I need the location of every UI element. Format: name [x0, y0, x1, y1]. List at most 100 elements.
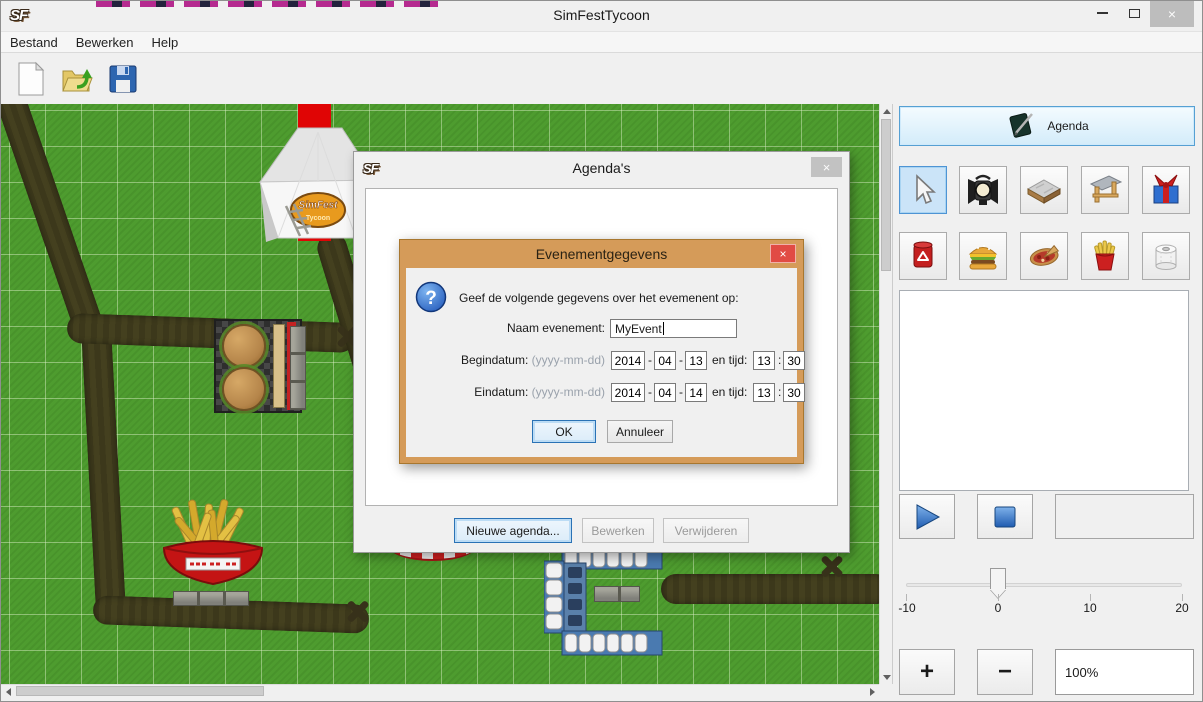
minimize-icon [1097, 12, 1108, 14]
slider-tick [1182, 594, 1183, 601]
tool-pizza[interactable] [1020, 232, 1068, 280]
play-button[interactable] [899, 494, 955, 539]
begin-label-text: Begindatum: [461, 353, 528, 367]
ok-button[interactable]: OK [532, 420, 596, 443]
plus-icon: + [920, 658, 934, 686]
speed-slider-track[interactable] [906, 583, 1182, 587]
agenda-button-label: Agenda [1047, 119, 1088, 133]
svg-text:?: ? [425, 288, 437, 309]
tool-gift[interactable] [1142, 166, 1190, 214]
tool-french-fries[interactable] [1081, 232, 1129, 280]
end-minute-input[interactable] [783, 383, 805, 402]
slider-tick [998, 594, 999, 601]
question-icon: ? [415, 281, 447, 313]
side-panel: Agenda [892, 104, 1203, 684]
begin-date-label: Begindatum: (yyyy-mm-dd) [406, 351, 605, 370]
vertical-scroll-thumb[interactable] [881, 119, 891, 271]
fries-stand[interactable] [156, 494, 270, 592]
event-name-input[interactable]: MyEvent [610, 319, 737, 338]
play-icon [912, 503, 942, 531]
cancel-button[interactable]: Annuleer [607, 420, 673, 443]
begin-day-input[interactable] [685, 351, 707, 370]
tool-spotlight[interactable] [959, 166, 1007, 214]
zoom-in-button[interactable]: + [899, 649, 955, 695]
speed-slider-handle[interactable] [990, 568, 1006, 589]
new-document-icon [14, 61, 48, 97]
edit-agenda-button: Bewerken [582, 518, 654, 543]
bench[interactable] [173, 591, 249, 606]
map-horizontal-scrollbar[interactable] [1, 684, 879, 698]
begin-year-input[interactable] [611, 351, 645, 370]
arrow-up-icon [883, 109, 891, 114]
new-agenda-button[interactable]: Nieuwe agenda... [454, 518, 572, 543]
text-caret [663, 322, 664, 335]
event-dialog-content: ? Geef de volgende gegevens over het eve… [406, 268, 797, 457]
end-month-input[interactable] [654, 383, 676, 402]
menu-bewerken[interactable]: Bewerken [67, 32, 143, 52]
event-name-value: MyEvent [615, 322, 662, 336]
path-right-stub [661, 574, 879, 604]
zoom-out-button[interactable]: − [977, 649, 1033, 695]
begin-month-input[interactable] [654, 351, 676, 370]
end-day-input[interactable] [685, 383, 707, 402]
end-year-input[interactable] [611, 383, 645, 402]
time-separator: : [778, 351, 781, 370]
menu-bestand[interactable]: Bestand [1, 32, 67, 52]
menu-help[interactable]: Help [143, 32, 188, 52]
minus-icon: − [998, 658, 1012, 686]
stop-icon [992, 504, 1018, 530]
menubar: Bestand Bewerken Help [1, 31, 1202, 53]
tool-stage[interactable] [1081, 166, 1129, 214]
slider-tick [1090, 594, 1091, 601]
tent-logo-subtext: Tycoon [306, 215, 330, 222]
slider-label-minus10: -10 [898, 601, 915, 615]
save-file-button[interactable] [103, 59, 143, 99]
new-file-button[interactable] [11, 59, 51, 99]
date-format-hint: (yyyy-mm-dd) [532, 385, 605, 399]
path-left [81, 325, 126, 620]
begin-minute-input[interactable] [783, 351, 805, 370]
playback-status-box [1055, 494, 1194, 539]
arrow-right-icon [870, 688, 875, 696]
spotlight-icon [965, 172, 1001, 208]
open-file-button[interactable] [57, 59, 97, 99]
maximize-icon [1129, 9, 1140, 18]
date-format-hint: (yyyy-mm-dd) [532, 353, 605, 367]
close-button[interactable]: × [1150, 1, 1194, 27]
burger-stand[interactable] [214, 319, 302, 413]
bench[interactable] [290, 326, 306, 410]
agendas-dialog-close-button[interactable]: × [811, 157, 842, 177]
bench[interactable] [594, 586, 640, 602]
minimize-button[interactable] [1086, 1, 1118, 25]
close-icon: × [823, 160, 831, 175]
maximize-button[interactable] [1118, 1, 1150, 25]
agendas-dialog-titlebar: SF Agenda's [354, 152, 849, 184]
agenda-button[interactable]: Agenda [899, 106, 1195, 146]
slider-label-0: 0 [995, 601, 1002, 615]
stop-button[interactable] [977, 494, 1033, 539]
x-marker[interactable] [819, 553, 845, 579]
tool-hamburger[interactable] [959, 232, 1007, 280]
tool-toilet-paper[interactable] [1142, 232, 1190, 280]
zoom-level-field[interactable]: 100% [1055, 649, 1194, 695]
path-diagonal-topleft [1, 104, 107, 345]
map-vertical-scrollbar[interactable] [879, 104, 892, 684]
zoom-level-value: 100% [1065, 665, 1098, 680]
arrow-down-icon [883, 675, 891, 680]
toolbar [1, 54, 1202, 104]
x-marker[interactable] [345, 598, 371, 624]
tool-select-cursor[interactable] [899, 166, 947, 214]
tool-trash-can[interactable] [899, 232, 947, 280]
hamburger-icon [965, 238, 1001, 274]
tool-road-tile[interactable] [1020, 166, 1068, 214]
horizontal-scroll-thumb[interactable] [16, 686, 264, 696]
slider-label-20: 20 [1175, 601, 1188, 615]
end-hour-input[interactable] [753, 383, 775, 402]
scroll-right-button[interactable] [865, 685, 879, 698]
app-window: SF SimFestTycoon × Bestand Bewerken Help [0, 0, 1203, 702]
scroll-left-button[interactable] [1, 685, 15, 698]
event-dialog-close-button[interactable]: × [770, 244, 796, 263]
begin-hour-input[interactable] [753, 351, 775, 370]
agenda-list-area[interactable] [899, 290, 1189, 491]
burger-prop [222, 324, 266, 368]
